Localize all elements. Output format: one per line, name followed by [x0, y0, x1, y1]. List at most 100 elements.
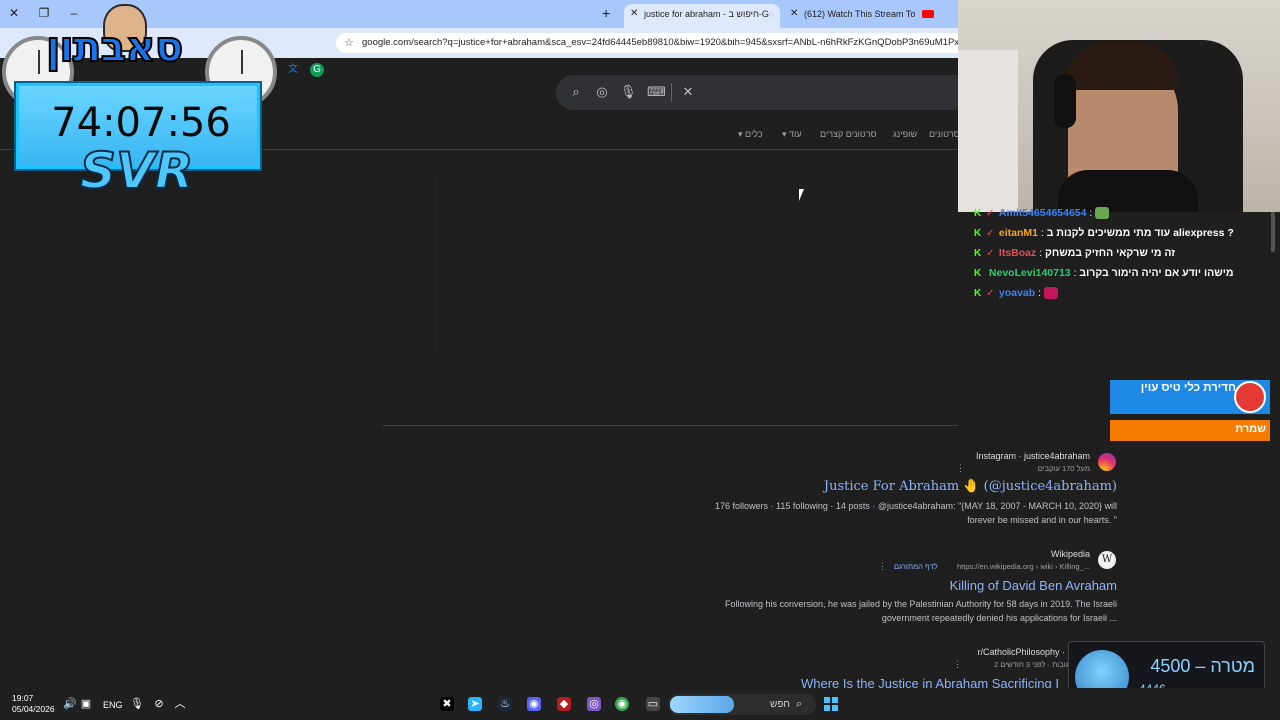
result-source: r/CatholicPhilosophy · R — [977, 647, 1074, 657]
chat-username: Amit54654654654 — [998, 207, 1087, 219]
news-alert-sub: שמרת — [1235, 423, 1266, 435]
chat-scrollbar[interactable] — [1271, 212, 1275, 252]
kick-badge-icon: K — [974, 208, 982, 219]
more-options-icon[interactable]: ⋮ — [956, 463, 965, 474]
tab-more-label: עוד — [789, 129, 802, 139]
streamer-hair — [1066, 42, 1178, 90]
chat-username: eitanM1 — [998, 227, 1039, 239]
kick-badge-icon: K — [974, 288, 982, 299]
headset — [1054, 74, 1076, 128]
close-tab-icon[interactable]: ✕ — [790, 4, 798, 24]
verified-badge-icon: ✓ — [986, 228, 995, 239]
verified-badge-icon: ✓ — [986, 248, 995, 259]
steam-icon[interactable]: ♨ — [498, 697, 512, 711]
minimize-window-icon[interactable]: – — [66, 6, 82, 20]
tab-active-title: justice for abraham - חיפוש ב-G — [644, 9, 769, 19]
result-snippet: 176 followers · 115 following · 14 posts… — [714, 501, 1117, 525]
stream-chat: K ✓ Amit54654654654 : K ✓ eitanM1 : עוד מת… — [958, 205, 1280, 315]
news-alert-strip: שמרת — [1110, 420, 1270, 441]
taskbar-date: 05/04/2026 — [12, 704, 55, 714]
news-logo-icon — [1234, 381, 1266, 413]
chevron-up-icon[interactable]: ︿ — [173, 697, 187, 711]
chrome-icon[interactable]: ◉ — [615, 697, 629, 711]
address-bar[interactable]: ☆ google.com/search?q=justice+for+abraha… — [336, 33, 958, 53]
restore-window-icon[interactable]: ❐ — [36, 6, 52, 20]
taskbar-search[interactable]: חפש ⌕ — [668, 694, 816, 715]
verified-badge-icon: ✓ — [986, 288, 995, 299]
chat-text: מישהו יודע אם יהיה הימור בקרוב — [1079, 267, 1234, 279]
screen: ✕ ❐ – + ✕ justice for abraham - חיפוש ב-… — [0, 0, 1280, 720]
timer-label: SVR — [79, 141, 194, 201]
network-icon[interactable]: ▣ — [79, 697, 93, 711]
result-sub: https://en.wikipedia.org › wiki › Killin… — [957, 562, 1090, 571]
tab-active[interactable]: ✕ justice for abraham - חיפוש ב-G ◌ — [624, 4, 780, 28]
result-title-link[interactable]: Killing of David Ben Avraham — [950, 578, 1117, 593]
more-options-icon[interactable]: ⋮ — [953, 659, 962, 670]
divider — [671, 83, 672, 102]
app-icon[interactable]: ✖ — [440, 697, 454, 711]
verified-badge-icon: ✓ — [986, 208, 995, 219]
search-icon[interactable]: ⌕ — [568, 84, 584, 100]
tab-videos-label: סרטונים — [929, 129, 960, 139]
volume-icon[interactable]: 🔊 — [63, 697, 77, 711]
chevron-down-icon: ▾ — [782, 129, 790, 139]
chat-text: עוד מתי ממשיכים לקנות ב aliexpress ? — [1046, 227, 1234, 239]
close-window-icon[interactable]: ✕ — [6, 6, 22, 20]
timer-value: 74:07:56 — [51, 100, 231, 146]
result-title-link[interactable]: Justice For Abraham 🤚 (@justice4abraham) — [824, 479, 1117, 494]
new-tab-icon[interactable]: + — [602, 5, 610, 21]
search-input[interactable]: ⌕ ◎ 🎙 ⌨ ✕ — [556, 75, 958, 110]
chat-text: זה מי שרקאי החזיק במשחק — [1045, 247, 1176, 259]
chat-message: K ✓ ItsBoaz : זה מי שרקאי החזיק במשחק — [974, 247, 1176, 259]
divider — [383, 425, 958, 426]
tab-videos[interactable]: סרטונים — [929, 129, 960, 139]
close-tab-icon[interactable]: ✕ — [630, 4, 638, 24]
news-alert-title: חדירת כלי טיס עוין — [1140, 382, 1236, 394]
wikipedia-icon: W — [1098, 551, 1116, 569]
tab-inactive[interactable]: ✕ (612) Watch This Stream To — [784, 4, 944, 28]
emote-icon — [1095, 207, 1110, 220]
microphone-icon[interactable]: 🎙 — [620, 84, 637, 100]
grammarly-icon[interactable]: G — [310, 63, 324, 77]
kick-badge-icon: K — [974, 228, 982, 239]
translate-icon[interactable]: 文 — [286, 63, 300, 77]
mouse-app-icon[interactable]: ◆ — [557, 697, 571, 711]
keyboard-icon[interactable]: ⌨ — [647, 84, 666, 100]
more-options-icon[interactable]: ⋮ — [878, 561, 887, 572]
chat-username: ItsBoaz — [998, 247, 1037, 259]
taskbar-clock[interactable]: 19:07 05/04/2026 — [12, 693, 55, 715]
discord-icon[interactable]: ◉ — [527, 697, 541, 711]
news-alert-banner: חדירת כלי טיס עוין — [1110, 380, 1270, 414]
lens-icon[interactable]: ◎ — [594, 84, 610, 100]
chat-message: K ✓ eitanM1 : עוד מתי ממשיכים לקנות ב ali… — [974, 227, 1234, 239]
bookmark-star-icon[interactable]: ☆ — [344, 33, 354, 53]
tab-tools[interactable]: ▾ כלים — [738, 129, 763, 140]
chat-message: K ✓ yoavab : — [974, 287, 1058, 305]
emote-icon — [1043, 287, 1058, 300]
camera-off-icon[interactable]: ⊘ — [152, 697, 166, 711]
tab-shopping[interactable]: שופינג — [893, 129, 917, 139]
folder-icon[interactable]: ▭ — [646, 697, 660, 711]
taskbar-time: 19:07 — [12, 693, 34, 703]
result-source: Wikipedia — [1050, 549, 1090, 559]
address-bar-text: google.com/search?q=justice+for+abraham&… — [362, 37, 958, 48]
clear-icon[interactable]: ✕ — [680, 84, 696, 100]
translate-link[interactable]: לדף המתורגם — [894, 562, 938, 571]
youtube-icon — [922, 10, 934, 18]
language-indicator[interactable]: ENG — [103, 700, 123, 710]
kick-badge-icon: K — [974, 268, 982, 279]
result-source: Instagram · justice4abraham — [975, 451, 1090, 461]
taskbar-search-label: חפש — [770, 699, 790, 710]
chat-username: NevoLevi140713 — [988, 267, 1071, 279]
result-sub: מעל 170 עוקבים — [1037, 464, 1090, 473]
goal-label: מטרה – 4500 — [1150, 656, 1255, 676]
taskbar: 19:07 05/04/2026 🔊 ▣ ENG 🎙 ⊘ ︿ ✖ ➤ ♨ ◉ ◆… — [0, 688, 1280, 720]
webcam-feed — [958, 0, 1280, 212]
telegram-icon[interactable]: ➤ — [468, 697, 482, 711]
app-icon[interactable]: ◎ — [587, 697, 601, 711]
chat-message: K ✓ Amit54654654654 : — [974, 207, 1110, 225]
microphone-icon[interactable]: 🎙 — [130, 697, 144, 711]
windows-start-icon[interactable] — [824, 697, 838, 711]
tab-shorts[interactable]: סרטונים קצרים — [820, 129, 876, 139]
tab-more[interactable]: ▾ עוד — [782, 129, 802, 140]
